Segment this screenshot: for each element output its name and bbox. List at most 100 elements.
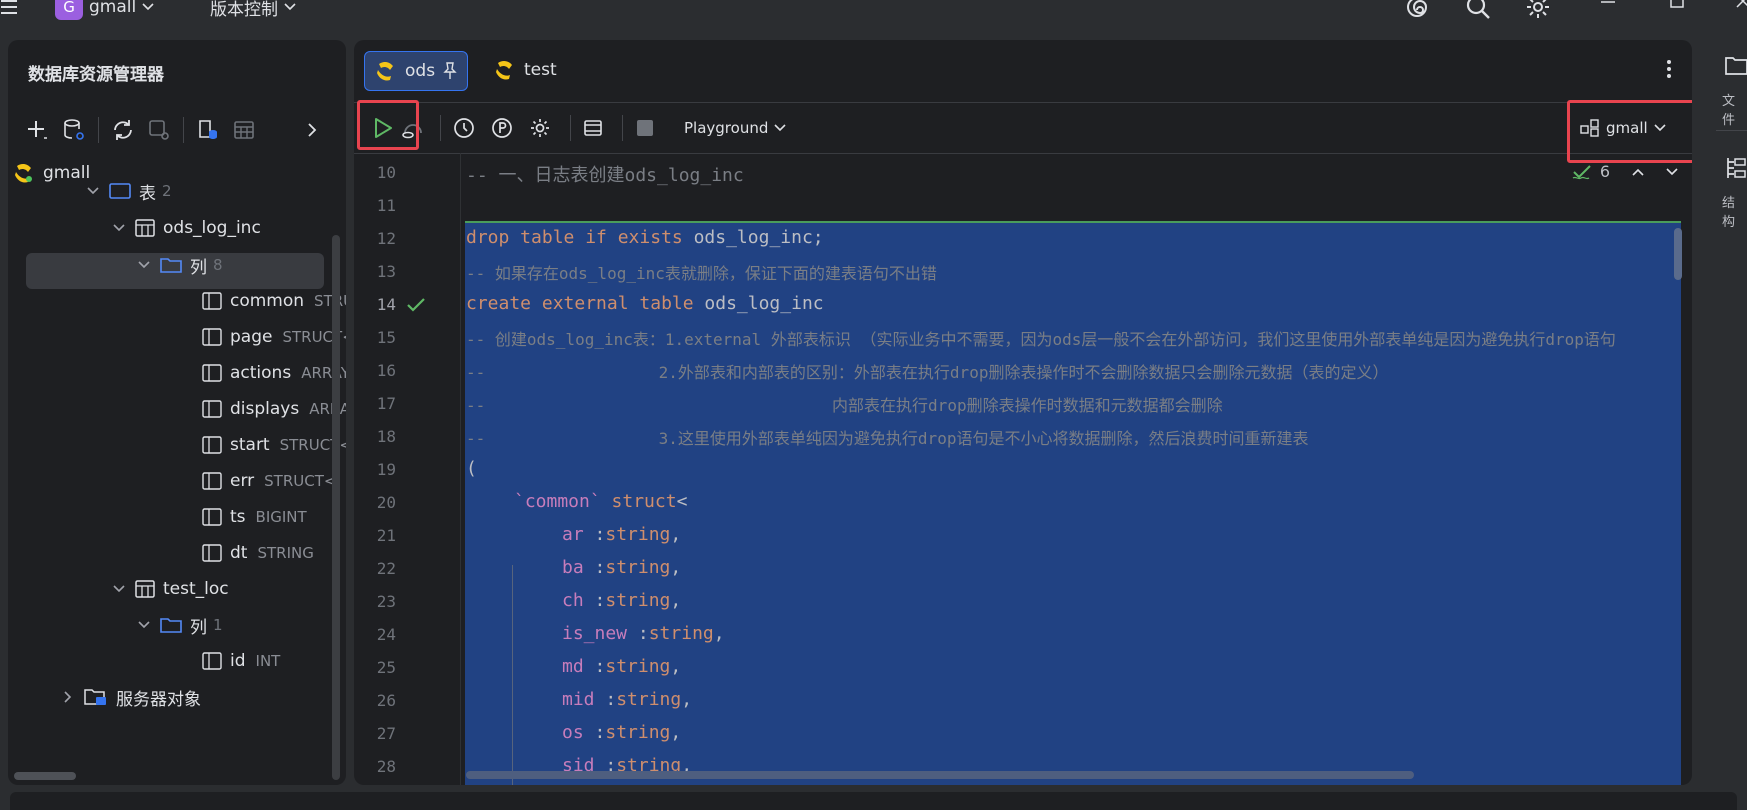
code-line[interactable]: `common` struct< bbox=[514, 491, 687, 512]
tree-datasource-gmall[interactable]: gmall bbox=[13, 158, 90, 188]
title-bar: G gmall 版本控制 bbox=[0, 0, 1747, 22]
tree-folder-columns[interactable]: 列 8 bbox=[136, 250, 223, 280]
disconnect-button[interactable] bbox=[143, 114, 175, 146]
code-line[interactable]: md :string, bbox=[562, 656, 681, 677]
editor-horizontal-scrollbar[interactable] bbox=[466, 771, 1414, 779]
code-line[interactable]: mid :string, bbox=[562, 689, 692, 710]
statement-executed-check-icon[interactable] bbox=[406, 297, 426, 313]
code-line[interactable]: ( bbox=[466, 458, 477, 479]
datasource-properties-button[interactable] bbox=[58, 114, 90, 146]
chevron-down-icon[interactable] bbox=[85, 187, 101, 195]
code-line[interactable]: is_new :string, bbox=[562, 623, 725, 644]
tree-folder-columns[interactable]: 列 1 bbox=[136, 610, 223, 640]
hive-icon bbox=[377, 61, 393, 81]
tree-folder-tables[interactable]: 表 2 bbox=[85, 176, 172, 206]
query-history-button[interactable] bbox=[449, 113, 479, 143]
line-number: 10 bbox=[376, 163, 396, 182]
tree-column[interactable]: id INT bbox=[202, 646, 280, 676]
code-line[interactable]: ar :string, bbox=[562, 524, 681, 545]
console-settings-button[interactable] bbox=[525, 113, 555, 143]
code-line[interactable]: -- 一、日志表创建ods_log_inc bbox=[466, 161, 744, 187]
chevron-down-icon[interactable] bbox=[1666, 167, 1678, 176]
files-tool-label: 文件 bbox=[1722, 94, 1736, 128]
jump-to-query-console-button[interactable] bbox=[192, 114, 224, 146]
code-line[interactable]: -- 内部表在执行drop删除表操作时数据和元数据都会删除 bbox=[466, 392, 1223, 416]
code-line[interactable]: ba :string, bbox=[562, 557, 681, 578]
line-number: 17 bbox=[376, 394, 396, 413]
code-line[interactable]: create external table ods_log_inc bbox=[466, 293, 824, 314]
line-number: 21 bbox=[376, 526, 396, 545]
code-line[interactable]: os :string, bbox=[562, 722, 681, 743]
code-line[interactable]: ch :string, bbox=[562, 590, 681, 611]
tree-column[interactable]: err STRUCT< bbox=[202, 466, 336, 496]
chevron-right-icon[interactable] bbox=[60, 691, 76, 703]
files-tool-button[interactable] bbox=[1724, 54, 1747, 76]
code-line[interactable]: drop table if exists ods_log_inc; bbox=[466, 227, 824, 248]
tree-column[interactable]: start STRUCT< bbox=[202, 430, 346, 460]
vcs-menu[interactable]: 版本控制 bbox=[210, 0, 296, 22]
tree-column[interactable]: actions ARRAY< bbox=[202, 358, 346, 388]
code-field: `common` bbox=[514, 491, 601, 512]
code-punct: < bbox=[676, 491, 688, 512]
vertical-scrollbar[interactable] bbox=[332, 235, 340, 780]
structure-tool-button[interactable] bbox=[1724, 156, 1747, 180]
query-console-icon bbox=[199, 120, 217, 139]
tree-column[interactable]: common STRUCT< bbox=[202, 286, 346, 316]
table-view-button[interactable] bbox=[228, 114, 260, 146]
parameter-icon bbox=[492, 118, 512, 138]
minimize-button[interactable] bbox=[1600, 0, 1616, 8]
main-menu-button[interactable] bbox=[0, 0, 18, 18]
chevron-down-icon[interactable] bbox=[136, 261, 152, 269]
hive-icon bbox=[13, 162, 35, 184]
more-vertical-icon bbox=[1667, 60, 1671, 78]
parameters-button[interactable] bbox=[487, 113, 517, 143]
tree-table-test-loc[interactable]: test_loc bbox=[111, 574, 229, 604]
tree-label: ods_log_inc bbox=[163, 218, 261, 238]
close-window-button[interactable] bbox=[1736, 0, 1747, 8]
column-name: ts bbox=[230, 507, 246, 527]
tab-test[interactable]: test bbox=[484, 51, 567, 89]
tree-column[interactable]: displays ARRAY< bbox=[202, 394, 346, 424]
refresh-button[interactable] bbox=[107, 114, 139, 146]
code-line[interactable]: -- 3.这里使用外部表单纯因为避免执行drop语句是不小心将数据删除，然后浪费… bbox=[466, 425, 1308, 449]
chevron-up-icon[interactable] bbox=[1632, 168, 1644, 176]
code-field: ba bbox=[562, 557, 584, 578]
chevron-down-icon[interactable] bbox=[111, 224, 127, 232]
horizontal-scrollbar[interactable] bbox=[14, 772, 76, 780]
ai-assistant-button[interactable] bbox=[1404, 0, 1430, 20]
tree-server-objects[interactable]: 服务器对象 bbox=[60, 682, 201, 712]
code-line[interactable]: -- 如果存在ods_log_inc表就删除，保证下面的建表语句不出错 bbox=[466, 260, 937, 284]
table-icon bbox=[135, 219, 155, 237]
tree-table-ods-log-inc[interactable]: ods_log_inc bbox=[111, 213, 261, 243]
inspection-widget[interactable]: 6 bbox=[1572, 162, 1678, 181]
folder-icon bbox=[1725, 57, 1747, 75]
column-icon bbox=[202, 364, 222, 382]
maximize-button[interactable] bbox=[1670, 0, 1684, 8]
tree-label: 列 bbox=[190, 257, 207, 278]
column-name: page bbox=[230, 327, 273, 347]
code-type: string bbox=[605, 557, 671, 578]
code-line[interactable]: -- 创建ods_log_inc表：1.external 外部表标识 （实际业务… bbox=[466, 326, 1678, 350]
session-mode-dropdown[interactable]: Playground bbox=[684, 113, 786, 143]
tab-label: test bbox=[524, 60, 557, 80]
tree-column[interactable]: dt STRING bbox=[202, 538, 314, 568]
tab-options-button[interactable] bbox=[1666, 58, 1672, 80]
chevron-down-icon[interactable] bbox=[111, 585, 127, 593]
code-line[interactable]: -- 2.外部表和内部表的区别：外部表在执行drop删除表操作时不会删除数据只会… bbox=[466, 359, 1388, 383]
stop-button[interactable] bbox=[630, 113, 660, 143]
search-everywhere-button[interactable] bbox=[1465, 0, 1491, 20]
pin-icon[interactable] bbox=[443, 62, 457, 80]
editor-vertical-scrollbar[interactable] bbox=[1674, 228, 1682, 280]
code-field: ar bbox=[562, 524, 584, 545]
tree-column[interactable]: page STRUCT< bbox=[202, 322, 346, 352]
chevron-down-icon[interactable] bbox=[136, 621, 152, 629]
tree-column[interactable]: ts BIGINT bbox=[202, 502, 307, 532]
clock-icon bbox=[454, 118, 474, 138]
output-panel-button[interactable] bbox=[578, 113, 608, 143]
column-type: INT bbox=[255, 652, 281, 670]
tab-ods[interactable]: ods bbox=[364, 51, 469, 91]
settings-button[interactable] bbox=[1525, 0, 1551, 20]
more-toolbar-button[interactable] bbox=[296, 114, 328, 146]
add-datasource-button[interactable] bbox=[22, 114, 54, 146]
project-selector[interactable]: G gmall bbox=[55, 0, 154, 22]
